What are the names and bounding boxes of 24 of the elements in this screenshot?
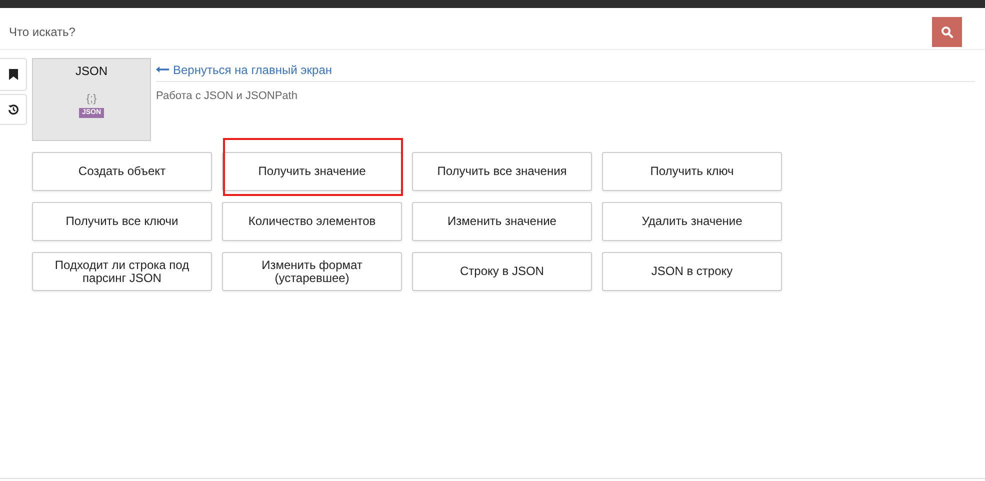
- action-button[interactable]: Подходит ли строка под парсинг JSON: [32, 252, 212, 291]
- left-arrow-icon: [156, 66, 169, 73]
- search-field[interactable]: Что искать?: [0, 16, 932, 46]
- action-button[interactable]: Изменить формат (устаревшее): [222, 252, 402, 291]
- action-button[interactable]: Получить все ключи: [32, 202, 212, 241]
- action-button[interactable]: Удалить значение: [602, 202, 782, 241]
- action-button[interactable]: JSON в строку: [602, 252, 782, 291]
- history-button[interactable]: [0, 94, 27, 125]
- bookmark-button[interactable]: [0, 58, 27, 91]
- action-button[interactable]: Изменить значение: [412, 202, 592, 241]
- search-icon: [941, 26, 953, 38]
- action-button[interactable]: Получить все значения: [412, 152, 592, 191]
- module-description: Работа с JSON и JSONPath: [156, 89, 298, 104]
- search-button[interactable]: [932, 16, 962, 46]
- action-button[interactable]: Количество элементов: [222, 202, 402, 241]
- action-button[interactable]: Получить ключ: [602, 152, 782, 191]
- back-link[interactable]: Вернуться на главный экран: [156, 58, 975, 82]
- module-title: JSON: [75, 63, 108, 80]
- action-button[interactable]: Создать объект: [32, 152, 212, 191]
- json-logo-braces: {;}: [86, 94, 97, 105]
- action-button[interactable]: Строку в JSON: [412, 252, 592, 291]
- bookmark-icon: [8, 69, 18, 80]
- history-icon: [8, 104, 18, 115]
- action-button[interactable]: Получить значение: [222, 152, 402, 191]
